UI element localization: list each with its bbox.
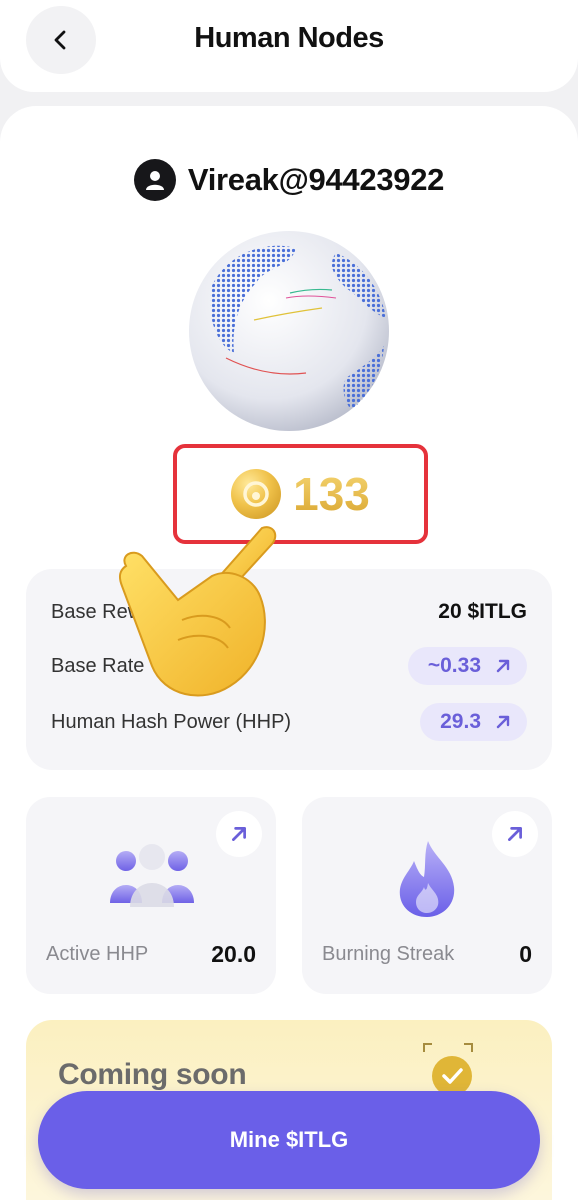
- open-burning-streak-button[interactable]: [492, 811, 538, 857]
- stat-label: Human Hash Power (HHP): [51, 710, 292, 733]
- stat-row-hhp: Human Hash Power (HHP) 29.3: [51, 702, 527, 742]
- arrow-up-right-icon: [496, 659, 510, 673]
- pointing-hand-icon: [118, 526, 277, 697]
- tile-label: Burning Streak: [322, 943, 455, 965]
- active-hhp-tile[interactable]: Active HHP 20.0: [26, 797, 276, 994]
- burning-streak-tile[interactable]: Burning Streak 0: [302, 797, 552, 994]
- itlg-coin-icon: [231, 469, 282, 519]
- tile-label: Active HHP: [46, 943, 149, 965]
- flame-icon: [399, 841, 455, 917]
- hhp-pill[interactable]: 29.3: [420, 703, 527, 741]
- base-rate-pill[interactable]: ~0.33: [407, 647, 527, 685]
- user-avatar-icon: [133, 159, 176, 201]
- arrow-up-right-icon: [232, 827, 246, 841]
- stat-value: 29.3: [440, 710, 481, 733]
- arrow-up-right-icon: [508, 827, 522, 841]
- arrow-up-right-icon: [496, 715, 510, 729]
- open-active-hhp-button[interactable]: [216, 811, 262, 857]
- page-title: Human Nodes: [194, 22, 384, 54]
- top-bar: Human Nodes: [0, 0, 578, 92]
- coming-soon-title: Coming soon: [58, 1058, 247, 1091]
- stat-value: ~0.33: [427, 654, 481, 677]
- balance-value: 133: [293, 468, 370, 520]
- people-icon: [110, 844, 194, 907]
- user-name: Vireak@94423922: [187, 162, 445, 197]
- stats-card: Base Rewa 20 $ITLG Base Rate ~0.33 Human…: [26, 569, 552, 770]
- alarm-check-icon: [423, 1043, 473, 1096]
- globe-illustration: [186, 228, 392, 434]
- user-row: Vireak@94423922: [0, 159, 578, 201]
- mine-button[interactable]: Mine $ITLG: [38, 1091, 540, 1189]
- stat-value: 20 $ITLG: [438, 600, 527, 623]
- tile-value: 0: [519, 941, 532, 967]
- tile-value: 20.0: [211, 941, 256, 967]
